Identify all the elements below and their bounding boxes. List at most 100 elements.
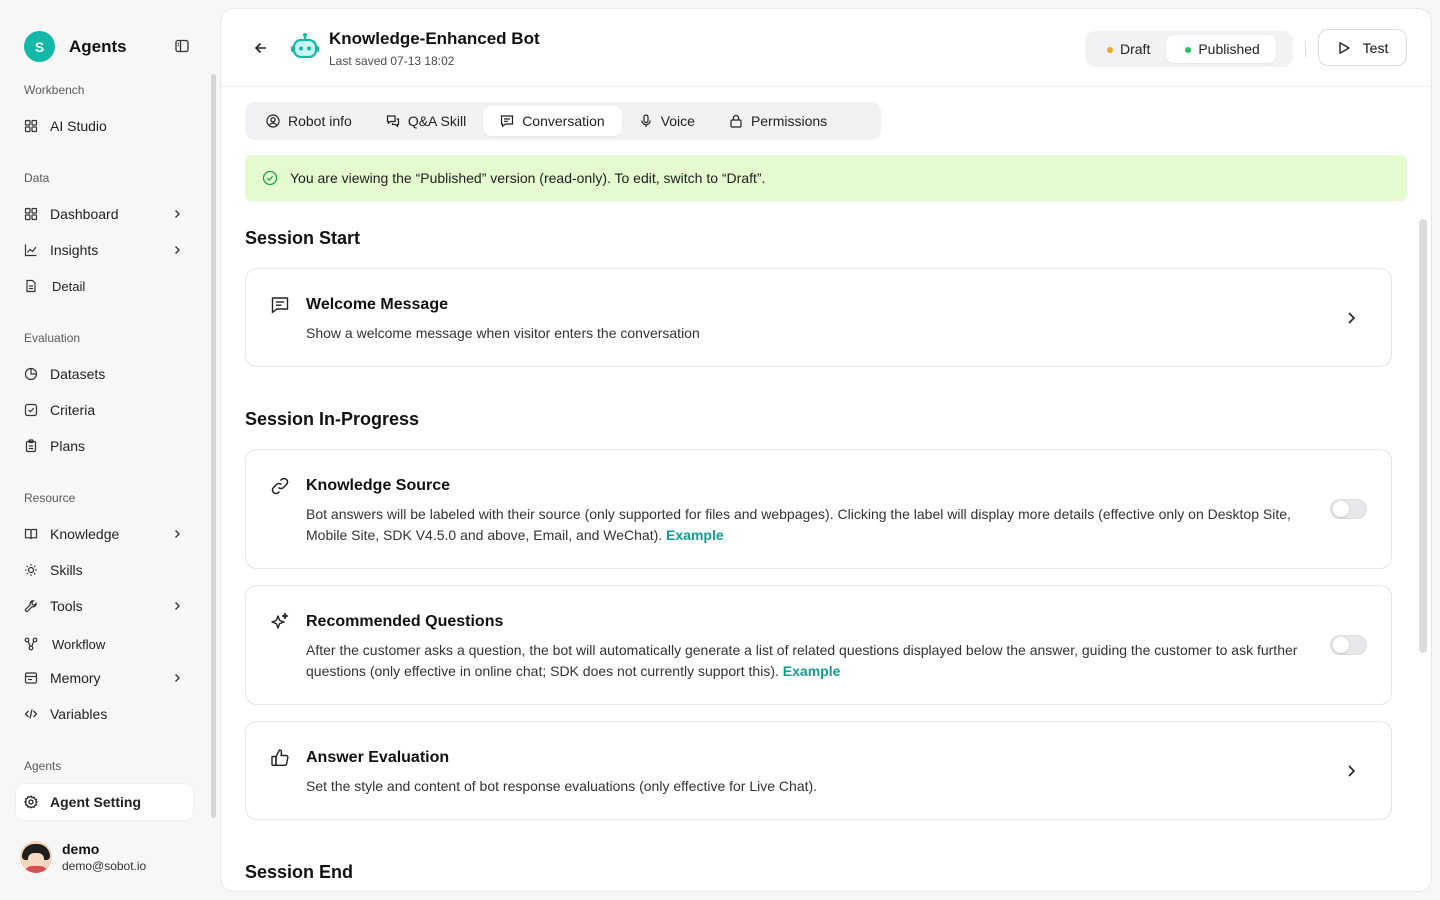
sidebar-item-label: Datasets xyxy=(50,366,106,382)
code-icon xyxy=(24,707,38,721)
sidebar-scrollbar[interactable] xyxy=(211,74,216,818)
sidebar-item-detail[interactable]: Detail xyxy=(16,268,193,304)
wrench-icon xyxy=(24,599,38,613)
tab-label: Voice xyxy=(660,113,695,129)
card-description: Set the style and content of bot respons… xyxy=(306,778,818,794)
sidebar-item-label: Tools xyxy=(50,598,83,614)
sidebar-item-label: Skills xyxy=(50,562,83,578)
example-link[interactable]: Example xyxy=(783,663,841,679)
nav-group-agents: Agents xyxy=(24,759,62,773)
section-title-in-progress: Session In-Progress xyxy=(245,409,420,429)
sidebar-item-skills[interactable]: Skills xyxy=(16,552,193,588)
clipboard-icon xyxy=(24,439,38,453)
link-icon xyxy=(270,476,290,496)
chat-bubbles-icon xyxy=(386,114,400,128)
answer-evaluation-card[interactable]: Answer Evaluation Set the style and cont… xyxy=(245,721,1392,820)
sun-icon xyxy=(24,563,38,577)
sidebar-item-tools[interactable]: Tools xyxy=(16,588,193,624)
play-icon xyxy=(1337,41,1351,55)
tab-permissions[interactable]: Permissions xyxy=(712,106,844,136)
sidebar-item-label: Memory xyxy=(50,670,101,686)
back-arrow-icon[interactable] xyxy=(253,40,269,56)
version-published-label: Published xyxy=(1198,41,1260,57)
tab-bar: Robot info Q&A Skill Conversation Voice … xyxy=(245,102,881,140)
sparkles-icon xyxy=(270,612,290,632)
user-circle-icon xyxy=(266,114,280,128)
example-link[interactable]: Example xyxy=(666,527,724,543)
sidebar-item-datasets[interactable]: Datasets xyxy=(16,356,193,392)
sidebar-item-agent-setting[interactable]: Agent Setting xyxy=(16,784,193,820)
sidebar-item-label: Criteria xyxy=(50,402,96,418)
app-title: Agents xyxy=(69,36,127,56)
version-draft-option[interactable]: Draft xyxy=(1088,35,1166,63)
user-profile[interactable]: demo demo@sobot.io xyxy=(20,841,146,873)
test-button[interactable]: Test xyxy=(1318,29,1407,66)
nav-group-data: Data xyxy=(24,171,50,185)
sidebar-item-label: Knowledge xyxy=(50,526,120,542)
card-description-text: Bot answers will be labeled with their s… xyxy=(306,506,1291,543)
content-scrollbar[interactable] xyxy=(1419,219,1427,653)
tab-robot-info[interactable]: Robot info xyxy=(249,106,369,136)
microphone-icon xyxy=(639,114,653,128)
line-chart-icon xyxy=(24,243,38,257)
section-title-start: Session Start xyxy=(245,228,361,248)
bot-icon xyxy=(290,31,320,61)
brand: S Agents xyxy=(24,31,127,62)
pie-chart-icon xyxy=(24,367,38,381)
gear-icon xyxy=(24,795,38,809)
sidebar-item-ai-studio[interactable]: AI Studio xyxy=(16,108,193,144)
nav-group-resource: Resource xyxy=(24,491,76,505)
knowledge-source-toggle[interactable] xyxy=(1330,499,1367,519)
memory-icon xyxy=(24,671,38,685)
sidebar-item-plans[interactable]: Plans xyxy=(16,428,193,464)
card-description: After the customer asks a question, the … xyxy=(306,640,1306,682)
card-title: Knowledge Source xyxy=(306,477,451,494)
chevron-right-icon xyxy=(171,244,183,256)
message-square-icon xyxy=(270,295,290,315)
card-title: Answer Evaluation xyxy=(306,749,450,766)
recommended-questions-toggle[interactable] xyxy=(1330,635,1367,655)
avatar xyxy=(20,841,52,873)
tab-voice[interactable]: Voice xyxy=(622,106,712,136)
version-switch: Draft Published xyxy=(1085,31,1293,67)
sidebar-item-label: Workflow xyxy=(52,636,106,652)
sidebar-item-label: Plans xyxy=(50,438,86,454)
sidebar-item-criteria[interactable]: Criteria xyxy=(16,392,193,428)
recommended-questions-card: Recommended Questions After the customer… xyxy=(245,585,1392,705)
page-header: Knowledge-Enhanced Bot Last saved 07-13 … xyxy=(221,9,1431,87)
tab-qa-skill[interactable]: Q&A Skill xyxy=(369,106,483,136)
version-published-option[interactable]: Published xyxy=(1166,35,1276,63)
card-title: Welcome Message xyxy=(306,296,448,313)
chevron-right-icon xyxy=(171,600,183,612)
sidebar-toggle-icon[interactable] xyxy=(174,38,190,54)
sidebar-item-label: Agent Setting xyxy=(50,794,141,810)
sidebar-item-label: AI Studio xyxy=(50,118,107,134)
tab-conversation[interactable]: Conversation xyxy=(483,106,622,136)
checkbox-icon xyxy=(24,403,38,417)
welcome-message-card[interactable]: Welcome Message Show a welcome message w… xyxy=(245,268,1392,367)
document-icon xyxy=(24,279,38,293)
brand-logo[interactable]: S xyxy=(24,31,55,62)
grid-icon xyxy=(24,119,38,133)
header-divider xyxy=(1305,41,1306,57)
card-description: Show a welcome message when visitor ente… xyxy=(306,325,700,341)
sidebar-item-dashboard[interactable]: Dashboard xyxy=(16,196,193,232)
lock-icon xyxy=(729,114,743,128)
notice-text: You are viewing the “Published” version … xyxy=(290,170,766,186)
user-email: demo@sobot.io xyxy=(62,859,147,873)
thumbs-up-icon xyxy=(270,748,290,768)
sidebar-item-knowledge[interactable]: Knowledge xyxy=(16,516,193,552)
sidebar-item-label: Variables xyxy=(50,706,108,722)
sidebar-item-label: Insights xyxy=(50,242,99,258)
version-draft-label: Draft xyxy=(1120,41,1151,57)
sidebar-item-label: Detail xyxy=(52,278,86,294)
card-title: Recommended Questions xyxy=(306,613,504,630)
workflow-icon xyxy=(24,637,38,651)
book-icon xyxy=(24,527,38,541)
sidebar-item-variables[interactable]: Variables xyxy=(16,696,193,732)
dashboard-icon xyxy=(24,207,38,221)
knowledge-source-card: Knowledge Source Bot answers will be lab… xyxy=(245,449,1392,569)
sidebar-item-workflow[interactable]: Workflow xyxy=(16,626,193,662)
sidebar-item-insights[interactable]: Insights xyxy=(16,232,193,268)
sidebar-item-memory[interactable]: Memory xyxy=(16,660,193,696)
